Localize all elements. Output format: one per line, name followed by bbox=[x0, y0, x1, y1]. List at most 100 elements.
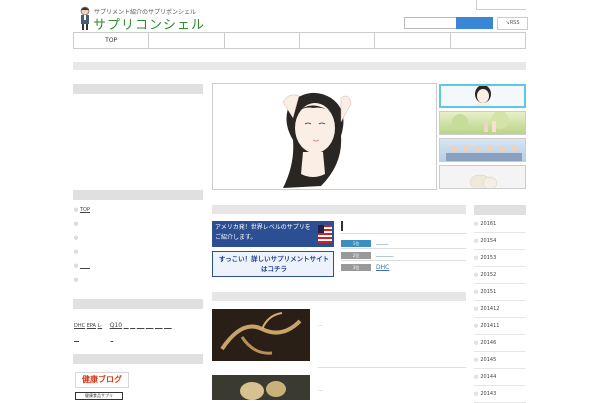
tag-link[interactable]: ___ bbox=[155, 323, 163, 329]
sidebar-item[interactable]: ◎ ____ bbox=[74, 263, 90, 269]
rank-item-link[interactable]: DHC bbox=[376, 264, 389, 271]
nav-item[interactable] bbox=[225, 33, 300, 48]
tag-cloud: __ _ bbox=[74, 336, 113, 342]
rss-label: RSS bbox=[509, 20, 520, 26]
tag-link[interactable]: ___ bbox=[164, 323, 172, 329]
sidebar-item[interactable]: ◎ bbox=[74, 277, 78, 283]
sidebar-item-label: TOP bbox=[79, 207, 90, 213]
archive-item[interactable]: ◎ 201412 bbox=[474, 301, 526, 318]
slide-thumbnail-active[interactable] bbox=[439, 84, 526, 108]
archive-item[interactable]: ◎ 20151 bbox=[474, 284, 526, 301]
archive-item[interactable]: ◎ 20154 bbox=[474, 233, 526, 250]
bullet-icon: ◎ bbox=[474, 391, 479, 397]
sidebar-item[interactable]: ◎ bbox=[74, 249, 78, 255]
ranking-divider bbox=[341, 248, 466, 249]
bullet-icon: ◎ bbox=[74, 235, 79, 241]
bullet-icon: ◎ bbox=[474, 255, 479, 261]
tag-link[interactable]: __ bbox=[74, 336, 79, 342]
archive-item[interactable]: ◎ 20144 bbox=[474, 369, 526, 386]
tag-link[interactable]: __ bbox=[124, 323, 129, 329]
blog-ranking-badge[interactable]: 健康ブログ bbox=[75, 372, 129, 388]
archive-item[interactable]: ◎ 20145 bbox=[474, 352, 526, 369]
archive-label: 20154 bbox=[480, 238, 497, 244]
ranking-heading-marker bbox=[341, 221, 343, 231]
site-logo[interactable]: サプリコンシェル bbox=[93, 14, 205, 33]
archive-label: 201412 bbox=[480, 306, 500, 312]
tag-link[interactable]: DHC bbox=[74, 323, 85, 329]
section-heading-bar bbox=[212, 205, 466, 214]
archive-label: 20144 bbox=[480, 374, 497, 380]
banner-text: アメリカ発！世界レベルのサプリをご紹介します。 bbox=[215, 224, 311, 241]
archive-item[interactable]: ◎ 201411 bbox=[474, 318, 526, 335]
archive-label: 20161 bbox=[480, 221, 497, 227]
nav-item[interactable] bbox=[451, 33, 525, 48]
post-title[interactable]: ... bbox=[318, 387, 323, 393]
search-button[interactable] bbox=[456, 17, 493, 29]
nav-item[interactable] bbox=[375, 33, 451, 48]
breadcrumb-bar bbox=[73, 62, 526, 70]
mascot-logo-icon bbox=[80, 6, 90, 30]
archive-label: 20153 bbox=[480, 255, 497, 261]
sidebar-item-top[interactable]: ◎ TOP bbox=[74, 207, 90, 213]
post-thumbnail[interactable] bbox=[212, 375, 310, 400]
header-divider bbox=[476, 9, 526, 10]
bullet-icon: ◎ bbox=[474, 272, 479, 278]
rss-button[interactable]: ↘RSS bbox=[497, 17, 528, 30]
tag-cloud: DHC EPA L- Q10 __ __ ___ ___ ___ ___ bbox=[74, 322, 209, 329]
archive-item[interactable]: ◎ 20161 bbox=[474, 216, 526, 233]
slide-thumbnail[interactable] bbox=[439, 165, 526, 189]
nav-item-top[interactable]: TOP bbox=[74, 33, 150, 48]
people-outdoor-thumbnail bbox=[452, 112, 509, 132]
woman-illustration bbox=[282, 92, 352, 188]
tag-link[interactable]: EPA bbox=[87, 323, 96, 329]
global-nav: TOP bbox=[73, 32, 526, 49]
section-heading-bar bbox=[212, 292, 466, 301]
archive-label: 20151 bbox=[480, 289, 497, 295]
archive-label: 20152 bbox=[480, 272, 497, 278]
ranking-divider bbox=[341, 233, 466, 234]
rank-item-link[interactable]: _____ bbox=[376, 239, 389, 245]
archive-item[interactable]: ◎ 20143 bbox=[474, 386, 526, 403]
slide-thumbnail[interactable] bbox=[439, 138, 526, 162]
bullet-icon: ◎ bbox=[474, 340, 479, 346]
sidebar-item-label: ____ bbox=[79, 263, 90, 269]
sidebar-item[interactable]: ◎ bbox=[74, 221, 78, 227]
tag-link[interactable]: Q10 bbox=[110, 322, 122, 329]
archive-item[interactable]: ◎ 20146 bbox=[474, 335, 526, 352]
health-badge[interactable]: 健康食品サプリ bbox=[75, 392, 123, 400]
archive-label: 20143 bbox=[480, 391, 497, 397]
blog-ranking-badge-label: 健康ブログ bbox=[82, 375, 122, 384]
archive-item[interactable]: ◎ 20153 bbox=[474, 250, 526, 267]
bullet-icon: ◎ bbox=[74, 277, 79, 283]
bullet-icon: ◎ bbox=[474, 323, 479, 329]
bullet-icon: ◎ bbox=[474, 357, 479, 363]
rank-item-link[interactable]: _______ bbox=[376, 251, 394, 257]
main-slide-image[interactable] bbox=[212, 83, 437, 190]
tag-link[interactable]: _ bbox=[111, 336, 114, 342]
slide-thumbnail[interactable] bbox=[439, 111, 526, 135]
nav-item[interactable] bbox=[300, 33, 376, 48]
ranking-divider bbox=[341, 260, 466, 261]
bullet-icon: ◎ bbox=[74, 207, 79, 213]
tag-link[interactable]: ___ bbox=[146, 323, 154, 329]
post-title[interactable]: ... bbox=[318, 322, 323, 328]
archive-item[interactable]: ◎ 20152 bbox=[474, 267, 526, 284]
detailed-supplement-banner[interactable]: すっこい！詳しいサプリメントサイトはコチラ bbox=[212, 251, 334, 277]
garlic-thumbnail bbox=[469, 174, 498, 188]
bullet-icon: ◎ bbox=[474, 238, 479, 244]
sidebar-item[interactable]: ◎ bbox=[74, 235, 78, 241]
tag-link[interactable]: L- bbox=[98, 323, 103, 329]
sidebar-heading-bar bbox=[73, 299, 203, 309]
rank-badge: 3位 bbox=[341, 264, 371, 271]
us-flag-icon bbox=[318, 225, 332, 243]
post-thumbnail[interactable] bbox=[212, 309, 310, 361]
tag-link[interactable]: __ bbox=[130, 323, 135, 329]
banner-text: すっこい！詳しいサプリメントサイトはコチラ bbox=[218, 255, 330, 273]
nav-item[interactable] bbox=[149, 33, 225, 48]
search-input[interactable] bbox=[404, 17, 458, 29]
archive-heading-bar bbox=[474, 205, 526, 215]
us-supplement-banner[interactable]: アメリカ発！世界レベルのサプリをご紹介します。 bbox=[212, 221, 334, 247]
rank-badge: 2位 bbox=[341, 252, 371, 259]
sidebar-heading-bar bbox=[73, 190, 203, 200]
tag-link[interactable]: ___ bbox=[137, 323, 145, 329]
